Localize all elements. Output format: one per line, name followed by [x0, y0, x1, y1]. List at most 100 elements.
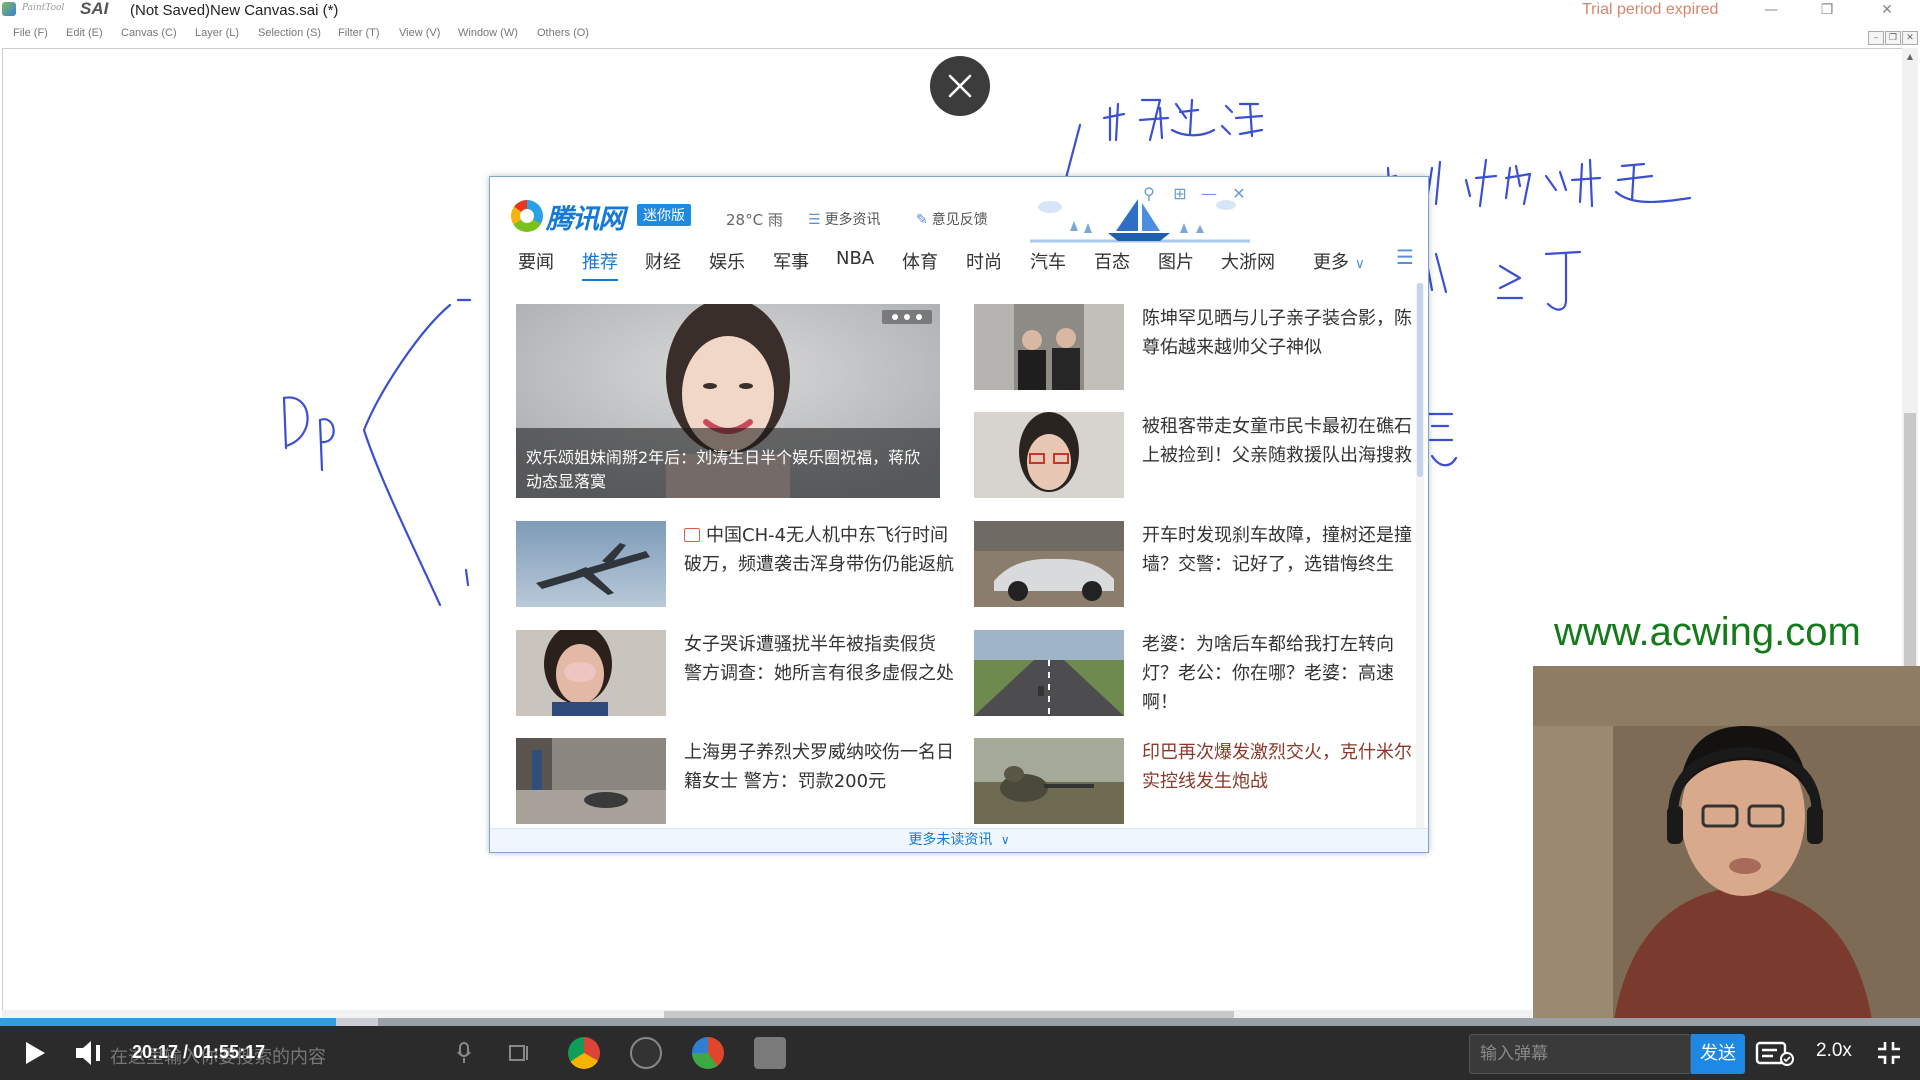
- menu-view[interactable]: View (V): [399, 27, 440, 39]
- list-icon: ☰: [808, 212, 821, 228]
- tab-junshi[interactable]: 军事: [773, 248, 809, 279]
- chevron-down-icon: ∨: [1000, 833, 1010, 847]
- tab-yaowen[interactable]: 要闻: [518, 248, 554, 279]
- news-feed[interactable]: 欢乐颂姐妹闹掰2年后：刘涛生日半个娱乐圈祝福，蒋欣动态显落寞 陈坤罕见晒与儿子亲…: [490, 283, 1428, 828]
- tab-tiyu[interactable]: 体育: [902, 248, 938, 279]
- scroll-up-icon[interactable]: ▲: [1904, 52, 1916, 62]
- webcam-person: [1533, 666, 1920, 1026]
- more-unread-label: 更多未读资讯: [908, 832, 993, 848]
- news-popup-window: 腾讯网 迷你版 28°C 雨 ☰ 更多资讯 ✎ 意见反馈 ⚲ ⊞ — ✕ 要闻 …: [489, 176, 1429, 853]
- danmu-input[interactable]: [1469, 1034, 1691, 1074]
- news-header: 腾讯网 迷你版 28°C 雨 ☰ 更多资讯 ✎ 意见反馈 ⚲ ⊞ — ✕ 要闻 …: [490, 177, 1428, 283]
- pin-icon[interactable]: ⚲: [1138, 183, 1160, 205]
- news-title: 印巴再次爆发激烈交火，克什米尔实控线发生炮战: [1142, 742, 1412, 792]
- list-item[interactable]: 印巴再次爆发激烈交火，克什米尔实控线发生炮战: [974, 738, 1414, 828]
- chrome-taskbar-icon[interactable]: [568, 1037, 600, 1069]
- expand-icon[interactable]: ⊞: [1169, 183, 1191, 205]
- tab-dazhewang[interactable]: 大浙网: [1221, 248, 1275, 279]
- list-item[interactable]: 女子哭诉遭骚扰半年被指卖假货 警方调查：她所言有很多虚假之处: [516, 630, 956, 720]
- volume-button[interactable]: [66, 1026, 112, 1080]
- menu-others[interactable]: Others (O): [537, 27, 589, 39]
- overlay-close-button[interactable]: [930, 56, 990, 116]
- hero-news-card[interactable]: 欢乐颂姐妹闹掰2年后：刘涛生日半个娱乐圈祝福，蒋欣动态显落寞: [516, 304, 940, 498]
- hamburger-menu-icon[interactable]: ☰: [1396, 245, 1414, 269]
- list-item[interactable]: 开车时发现刹车故障，撞树还是撞墙？交警：记好了，选错悔终生: [974, 521, 1414, 611]
- tab-qiche[interactable]: 汽车: [1030, 248, 1066, 279]
- tencent-logo-icon: [511, 200, 543, 232]
- news-title: 老婆：为啥后车都给我打左转向灯？老公：你在哪？老婆：高速啊！: [1142, 634, 1394, 713]
- task-view-icon[interactable]: [506, 1026, 534, 1080]
- list-item[interactable]: 老婆：为啥后车都给我打左转向灯？老公：你在哪？老婆：高速啊！: [974, 630, 1414, 720]
- minimize-popup-icon[interactable]: —: [1198, 183, 1220, 205]
- tab-tupian[interactable]: 图片: [1158, 248, 1194, 279]
- news-scrollbar[interactable]: [1416, 283, 1424, 828]
- list-item[interactable]: 中国CH-4无人机中东飞行时间破万，频遭袭击浑身带伤仍能返航: [516, 521, 956, 611]
- danmu-toggle-icon: [1755, 1041, 1794, 1066]
- microphone-icon[interactable]: [450, 1026, 478, 1080]
- tab-nba[interactable]: NBA: [836, 248, 874, 274]
- playback-time: 20:17 / 01:55:17: [132, 1042, 266, 1062]
- mdi-restore-icon[interactable]: ❐: [1885, 31, 1901, 45]
- menu-layer[interactable]: Layer (L): [195, 27, 239, 39]
- news-scroll-thumb[interactable]: [1417, 283, 1423, 477]
- webcam-video: [1533, 666, 1920, 1026]
- close-window-icon[interactable]: ✕: [1870, 0, 1904, 20]
- mdi-minimize-icon[interactable]: –: [1868, 31, 1884, 45]
- mdi-controls: – ❐ ✕: [1867, 25, 1918, 45]
- site-watermark: www.acwing.com: [1554, 610, 1861, 654]
- menu-canvas[interactable]: Canvas (C): [121, 27, 177, 39]
- playback-speed[interactable]: 2.0x: [1816, 1040, 1852, 1062]
- video-progress-bar[interactable]: [0, 1018, 1920, 1026]
- news-thumbnail: [974, 630, 1124, 716]
- list-item[interactable]: 上海男子养烈犬罗威纳咬伤一名日籍女士 警方：罚款200元: [516, 738, 956, 828]
- chevron-down-icon: ∨: [1354, 256, 1365, 272]
- news-title-text: 中国CH-4无人机中东飞行时间破万，频遭袭击浑身带伤仍能返航: [684, 525, 954, 575]
- restore-icon[interactable]: ❐: [1810, 0, 1844, 20]
- tab-caijing[interactable]: 财经: [645, 248, 681, 279]
- app-brand-small: PaintTool: [22, 3, 65, 13]
- tab-tuijian[interactable]: 推荐: [582, 248, 618, 281]
- play-button[interactable]: [10, 1026, 60, 1080]
- mini-version-badge: 迷你版: [637, 204, 691, 226]
- close-popup-icon[interactable]: ✕: [1228, 183, 1250, 205]
- menu-filter[interactable]: Filter (T): [338, 27, 380, 39]
- news-category-tabs: 要闻 推荐 财经 娱乐 军事 NBA 体育 时尚 汽车 百态 图片 大浙网 更多…: [490, 245, 1428, 281]
- tab-yule[interactable]: 娱乐: [709, 248, 745, 279]
- more-tabs-dropdown[interactable]: 更多 ∨: [1313, 248, 1365, 274]
- buffered-range: [336, 1018, 379, 1026]
- tab-shishang[interactable]: 时尚: [966, 248, 1002, 279]
- news-thumbnail: [516, 630, 666, 716]
- news-thumbnail: [516, 521, 666, 607]
- news-thumbnail: [974, 521, 1124, 607]
- minimize-icon[interactable]: —: [1754, 0, 1788, 20]
- send-danmu-button[interactable]: 发送: [1691, 1034, 1745, 1074]
- obs-taskbar-icon[interactable]: [630, 1037, 662, 1069]
- menu-selection[interactable]: Selection (S): [258, 27, 321, 39]
- more-info-link[interactable]: ☰ 更多资讯: [808, 209, 881, 229]
- tab-baitai[interactable]: 百态: [1094, 248, 1130, 279]
- weather-info[interactable]: 28°C 雨: [726, 209, 783, 230]
- menu-file[interactable]: File (F): [13, 27, 48, 39]
- exit-fullscreen-button[interactable]: [1868, 1026, 1910, 1080]
- menu-edit[interactable]: Edit (E): [66, 27, 103, 39]
- sai-taskbar-icon[interactable]: [754, 1037, 786, 1069]
- title-bar: PaintTool SAI (Not Saved)New Canvas.sai …: [0, 0, 1920, 22]
- feedback-link[interactable]: ✎ 意见反馈: [916, 209, 988, 229]
- window-title: (Not Saved)New Canvas.sai (*): [130, 2, 339, 19]
- news-title: 开车时发现刹车故障，撞树还是撞墙？交警：记好了，选错悔终生: [1142, 525, 1412, 575]
- news-title: 中国CH-4无人机中东飞行时间破万，频遭袭击浑身带伤仍能返航: [684, 521, 956, 579]
- close-icon: [948, 74, 972, 98]
- carousel-indicator[interactable]: [882, 310, 932, 324]
- app-logo-icon: [2, 2, 16, 16]
- app-taskbar-icon[interactable]: [692, 1037, 724, 1069]
- more-unread-news-button[interactable]: 更多未读资讯 ∨: [490, 828, 1428, 852]
- play-icon: [26, 1042, 45, 1064]
- list-item[interactable]: 陈坤罕见晒与儿子亲子装合影，陈尊佑越来越帅父子神似: [974, 304, 1414, 394]
- list-item[interactable]: 被租客带走女童市民卡最初在礁石上被捡到！父亲随救援队出海搜救: [974, 412, 1414, 502]
- mdi-close-icon[interactable]: ✕: [1902, 31, 1918, 45]
- more-tabs-label: 更多: [1313, 252, 1349, 273]
- news-thumbnail: [516, 738, 666, 824]
- pencil-icon: ✎: [916, 212, 928, 228]
- danmu-settings-button[interactable]: [1752, 1026, 1798, 1080]
- menu-window[interactable]: Window (W): [458, 27, 518, 39]
